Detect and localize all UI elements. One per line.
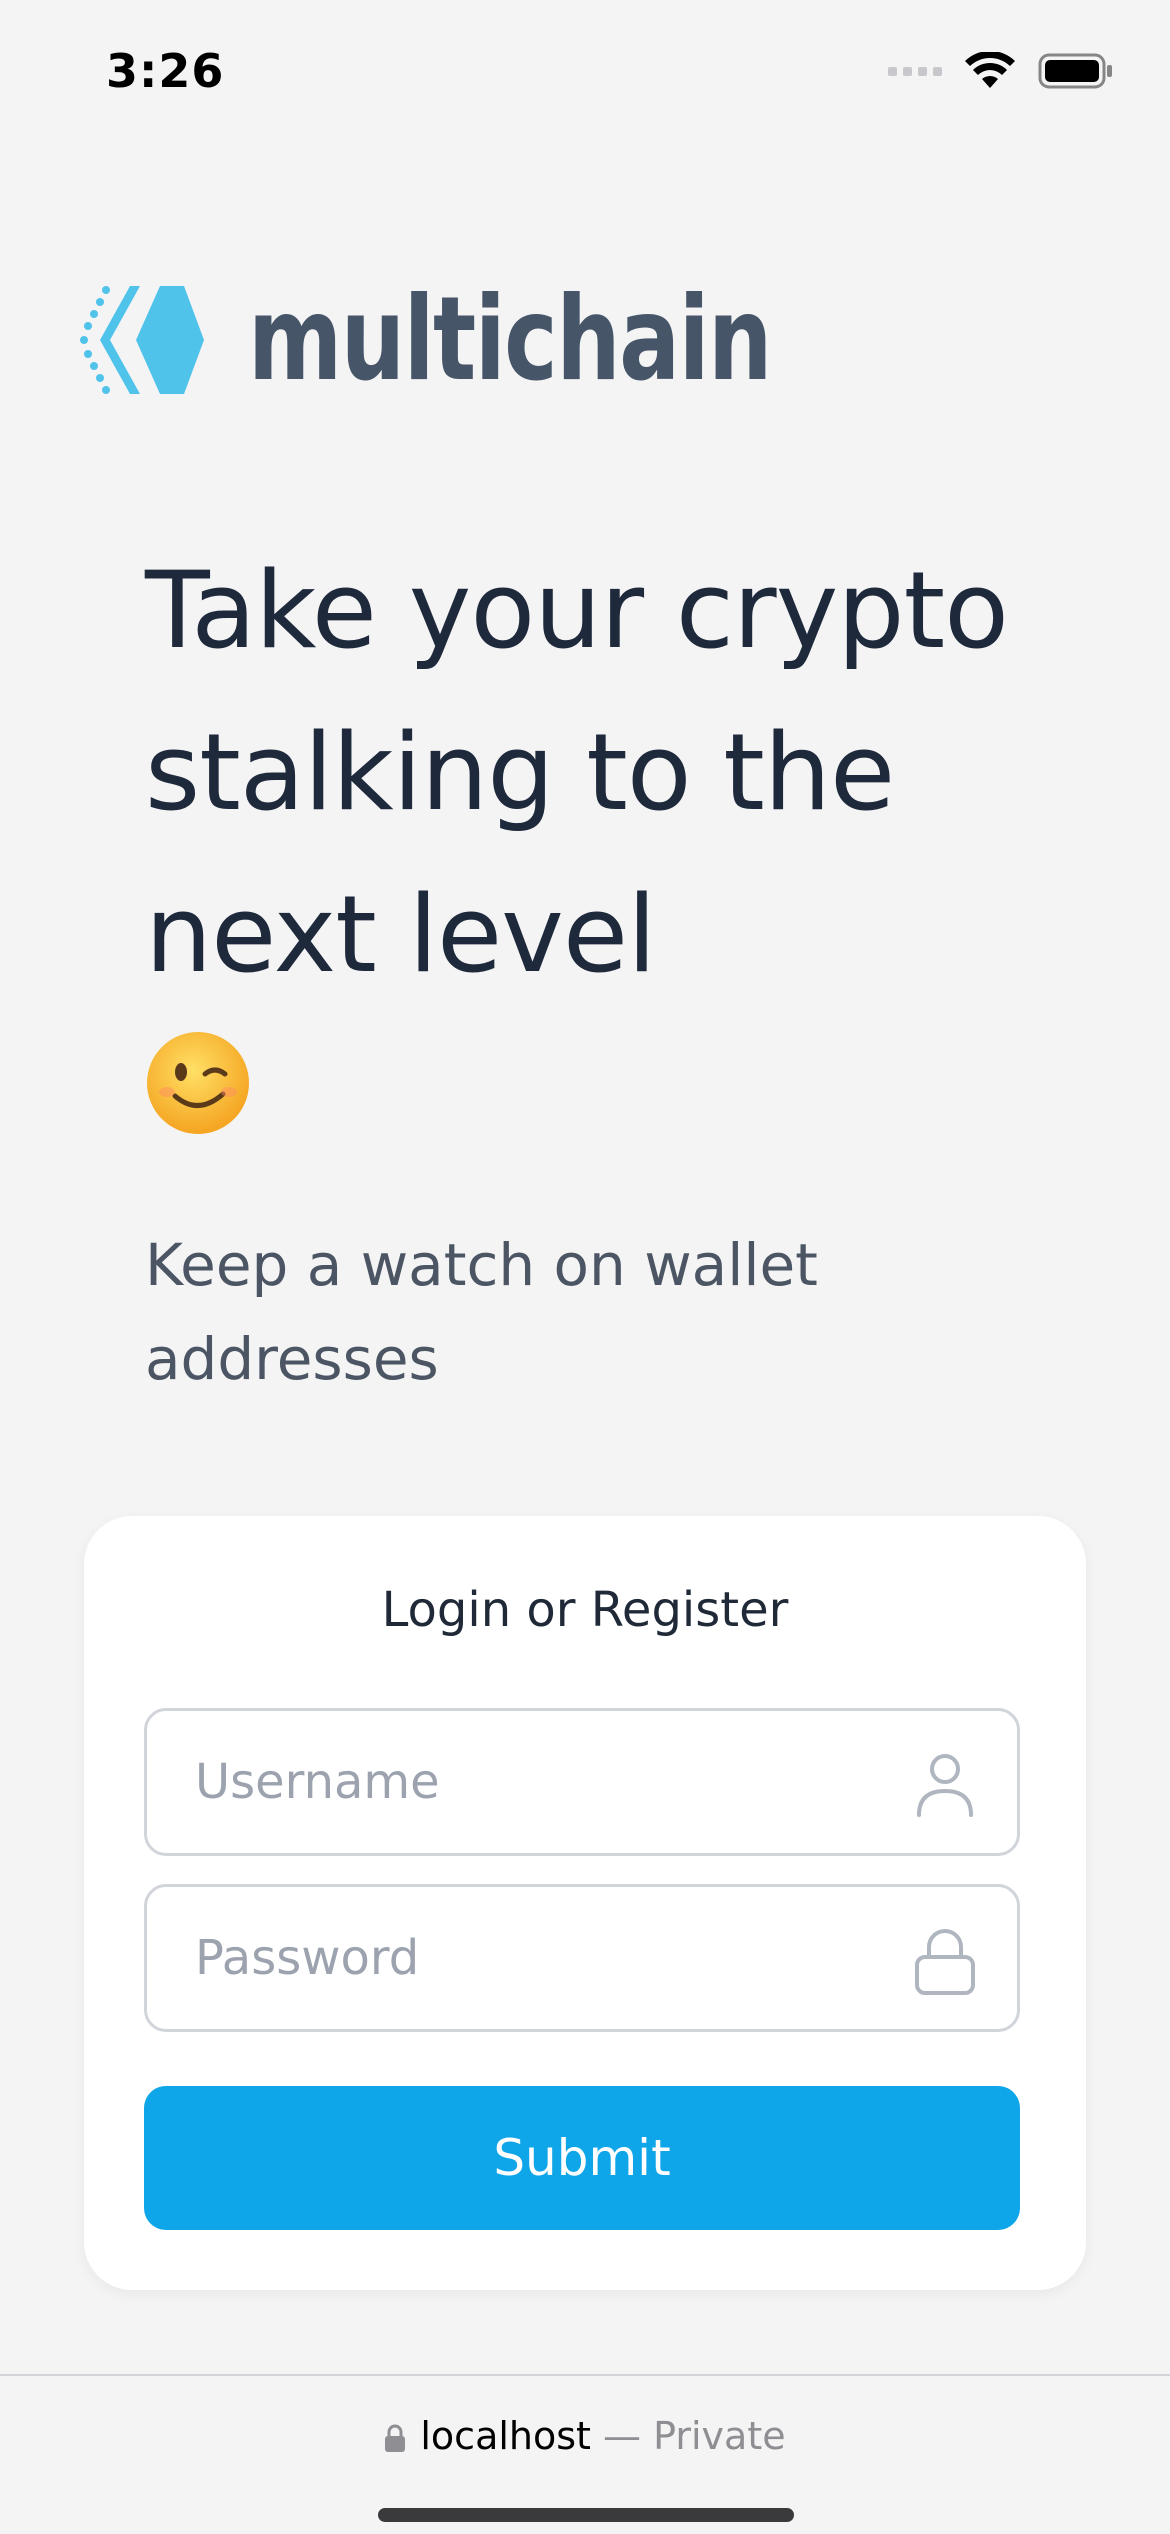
hero-headline: Take your crypto stalking to the next le…	[145, 549, 1009, 996]
status-bar: 3:26	[0, 0, 1170, 150]
multichain-logo-icon	[80, 286, 204, 394]
browser-address-bar[interactable]: localhost — Private	[0, 2374, 1170, 2534]
address-display[interactable]: localhost — Private	[0, 2414, 1170, 2458]
lock-icon	[915, 1929, 975, 1995]
lock-icon	[385, 2424, 406, 2452]
hero-subtitle: Keep a watch on wallet addresses	[145, 1231, 818, 1393]
status-icons	[888, 52, 1114, 90]
url-host: localhost	[420, 2414, 591, 2458]
login-card: Login or Register Submit	[84, 1516, 1086, 2290]
submit-button[interactable]: Submit	[144, 2086, 1020, 2230]
password-field[interactable]	[144, 1884, 1020, 2032]
user-icon	[917, 1754, 973, 1817]
winking-face-emoji	[145, 1030, 251, 1136]
brand-name: multichain	[248, 272, 772, 407]
wifi-icon	[965, 52, 1015, 88]
username-field[interactable]	[144, 1708, 1020, 1856]
status-time: 3:26	[106, 44, 225, 98]
username-input[interactable]	[147, 1711, 907, 1853]
password-input[interactable]	[147, 1887, 907, 2029]
battery-icon	[1038, 53, 1112, 89]
cellular-signal-icon	[888, 66, 942, 76]
url-separator: —	[590, 2414, 654, 2458]
home-indicator[interactable]	[378, 2508, 794, 2522]
login-card-title: Login or Register	[381, 1582, 789, 1638]
brand-logo: multichain	[80, 282, 918, 398]
private-mode-label: Private	[653, 2414, 786, 2458]
